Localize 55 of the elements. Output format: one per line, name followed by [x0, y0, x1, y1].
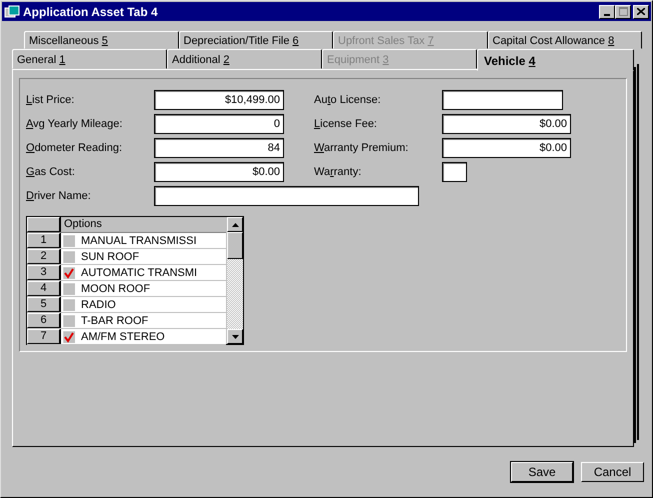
- field-label: Warranty:: [314, 166, 362, 178]
- input-field[interactable]: [442, 90, 563, 110]
- scroll-thumb[interactable]: [227, 232, 243, 259]
- option-text: MANUAL TRANSMISSI: [81, 234, 197, 246]
- row-header[interactable]: 3: [27, 265, 60, 280]
- input-field[interactable]: $0.00: [154, 162, 284, 182]
- option-text: AUTOMATIC TRANSMI: [81, 266, 198, 278]
- minimize-button[interactable]: [599, 4, 615, 18]
- option-text: SUN ROOF: [81, 250, 140, 262]
- dialog-button[interactable]: Cancel: [581, 462, 644, 482]
- option-text: MOON ROOF: [81, 282, 150, 294]
- input-field[interactable]: [442, 162, 467, 182]
- tab[interactable]: Capital Cost Allowance 8: [488, 31, 642, 49]
- dialog-button[interactable]: Save: [511, 462, 573, 482]
- option-text: T-BAR ROOF: [81, 314, 148, 326]
- close-button[interactable]: [633, 4, 649, 18]
- up-arrow-icon: [232, 222, 238, 226]
- option-text: AM/FM STEREO: [81, 330, 165, 342]
- field-label: Auto License:: [314, 94, 382, 106]
- row-header[interactable]: 7: [27, 329, 60, 344]
- tab[interactable]: Miscellaneous 5: [24, 31, 178, 49]
- row-header[interactable]: 2: [27, 249, 60, 264]
- tab[interactable]: General 1: [12, 49, 167, 69]
- row-header[interactable]: 4: [27, 281, 60, 296]
- tab[interactable]: Depreciation/Title File 6: [178, 31, 333, 49]
- tab[interactable]: Additional 2: [167, 49, 322, 69]
- input-field[interactable]: $10,499.00: [154, 90, 284, 110]
- input-field[interactable]: 0: [154, 114, 284, 134]
- input-field[interactable]: $0.00: [442, 138, 571, 158]
- maximize-button[interactable]: [615, 4, 631, 18]
- maximize-icon: [618, 6, 628, 16]
- input-field[interactable]: [154, 186, 419, 206]
- checkbox[interactable]: [63, 266, 75, 278]
- minimize-icon: [604, 14, 610, 16]
- tab[interactable]: Vehicle 4: [477, 49, 634, 71]
- input-field[interactable]: 84: [154, 138, 284, 158]
- row-header[interactable]: 5: [27, 297, 60, 312]
- field-label: Odometer Reading:: [26, 142, 124, 154]
- input-field[interactable]: $0.00: [442, 114, 571, 134]
- field-label: Gas Cost:: [26, 166, 76, 178]
- close-icon: [637, 8, 645, 15]
- field-label: List Price:: [26, 94, 76, 106]
- checkbox[interactable]: [63, 330, 75, 342]
- field-label: Avg Yearly Mileage:: [26, 118, 124, 130]
- window-title: Application Asset Tab 4: [23, 4, 159, 18]
- row-header[interactable]: 6: [27, 313, 60, 328]
- row-header[interactable]: 1: [27, 233, 60, 248]
- field-label: Warranty Premium:: [314, 142, 410, 154]
- down-arrow-icon: [232, 334, 238, 338]
- app-icon: [4, 4, 20, 18]
- column-header[interactable]: Options: [60, 217, 226, 232]
- field-label: Driver Name:: [26, 190, 92, 202]
- field-label: License Fee:: [314, 118, 378, 130]
- scrollbar[interactable]: [226, 217, 243, 344]
- option-text: RADIO: [81, 298, 116, 310]
